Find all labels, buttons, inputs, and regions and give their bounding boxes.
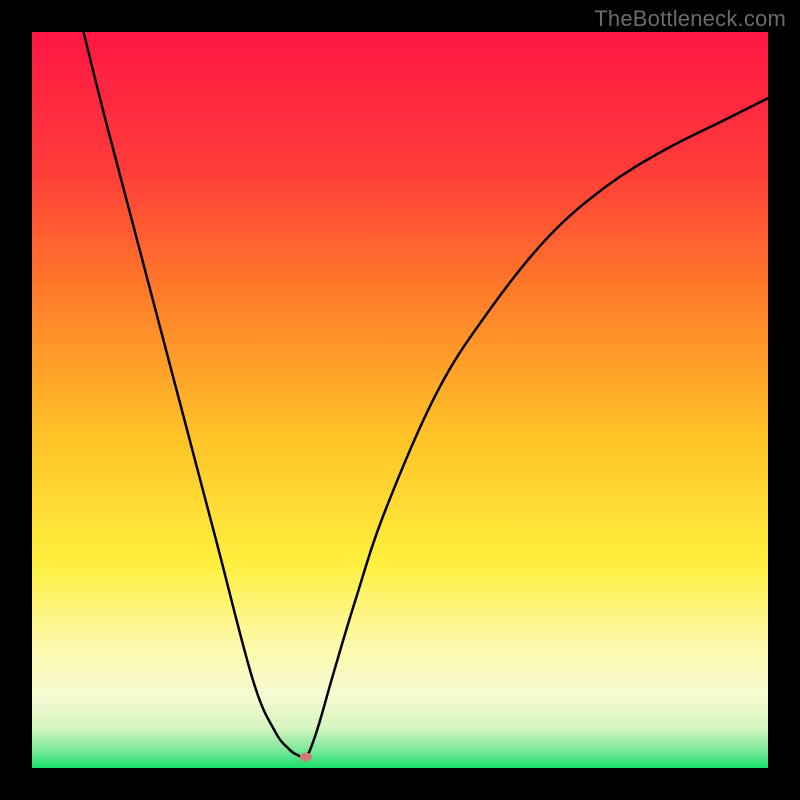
optimal-marker <box>300 752 312 761</box>
chart-svg <box>32 32 768 768</box>
chart-frame: TheBottleneck.com <box>0 0 800 800</box>
watermark-text: TheBottleneck.com <box>594 6 786 32</box>
plot-area <box>32 32 768 768</box>
chart-background <box>32 32 768 768</box>
